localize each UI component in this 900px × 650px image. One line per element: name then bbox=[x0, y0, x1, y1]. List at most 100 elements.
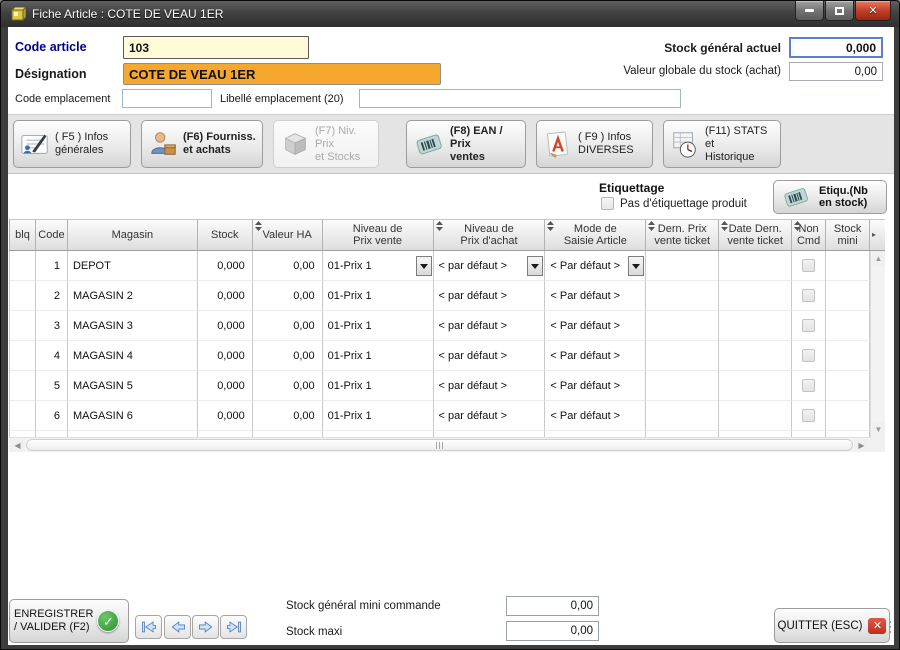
scrollbar-corner bbox=[870, 437, 885, 452]
minimize-button[interactable] bbox=[795, 1, 824, 21]
cell-stock: 0,000 bbox=[198, 341, 253, 371]
scroll-left-button[interactable]: ◀ bbox=[10, 439, 25, 452]
cell-stock: 0,000 bbox=[198, 281, 253, 311]
cell-niveau-prix-achat[interactable]: < par défaut > bbox=[434, 371, 546, 401]
valeur-globale-input[interactable]: 0,00 bbox=[789, 62, 883, 81]
column-header-valeur-ha[interactable]: Valeur HA bbox=[253, 220, 323, 250]
cell-code: 1 bbox=[36, 251, 68, 281]
supplier-box-icon bbox=[148, 129, 178, 159]
scroll-down-button[interactable]: ▼ bbox=[872, 422, 885, 437]
stock-maxi-input[interactable]: 0,00 bbox=[506, 621, 599, 641]
arrow-down-icon: ▼ bbox=[875, 425, 883, 434]
table-row[interactable]: 6 MAGASIN 6 0,000 0,00 01-Prix 1 < par d… bbox=[10, 401, 870, 431]
non-cmd-checkbox[interactable] bbox=[802, 259, 815, 272]
etiquette-nb-stock-button[interactable]: Etiqu.(Nb en stock) bbox=[773, 180, 887, 214]
table-row[interactable]: 5 MAGASIN 5 0,000 0,00 01-Prix 1 < par d… bbox=[10, 371, 870, 401]
cell-date-dern bbox=[719, 401, 792, 431]
sort-icon bbox=[721, 221, 728, 231]
cell-niveau-prix-achat[interactable]: < par défaut > bbox=[434, 311, 546, 341]
non-cmd-checkbox[interactable] bbox=[802, 379, 815, 392]
cell-niveau-prix-vente[interactable]: 01-Prix 1 bbox=[323, 311, 434, 341]
cell-mode-saisie[interactable]: < Par défaut > bbox=[545, 311, 646, 341]
cell-dern-prix bbox=[646, 371, 719, 401]
pas-etiquettage-label: Pas d'étiquettage produit bbox=[620, 198, 747, 210]
non-cmd-checkbox[interactable] bbox=[802, 349, 815, 362]
cell-dern-prix bbox=[646, 341, 719, 371]
enregistrer-valider-button[interactable]: ENREGISTRER / VALIDER (F2) ✓ bbox=[9, 599, 129, 643]
non-cmd-checkbox[interactable] bbox=[802, 289, 815, 302]
pas-etiquettage-checkbox[interactable] bbox=[601, 197, 614, 210]
ean-prix-ventes-button[interactable]: (F8) EAN / Prix ventes bbox=[406, 120, 526, 168]
scroll-up-button[interactable]: ▲ bbox=[872, 251, 885, 266]
cell-niveau-prix-vente[interactable]: 01-Prix 1 bbox=[323, 281, 434, 311]
last-record-button[interactable] bbox=[220, 615, 247, 639]
cell-code: 5 bbox=[36, 371, 68, 401]
dropdown-button[interactable] bbox=[416, 256, 432, 276]
non-cmd-checkbox[interactable] bbox=[802, 319, 815, 332]
non-cmd-checkbox[interactable] bbox=[802, 409, 815, 422]
cell-mode-saisie[interactable]: < Par défaut > bbox=[545, 251, 646, 281]
infos-diverses-button[interactable]: ( F9 ) Infos DIVERSES bbox=[536, 120, 653, 168]
table-row[interactable]: 4 MAGASIN 4 0,000 0,00 01-Prix 1 < par d… bbox=[10, 341, 870, 371]
cell-niveau-prix-achat[interactable]: < par défaut > bbox=[434, 251, 546, 281]
sort-icon bbox=[436, 221, 443, 231]
table-row[interactable]: 3 MAGASIN 3 0,000 0,00 01-Prix 1 < par d… bbox=[10, 311, 870, 341]
cell-non-cmd bbox=[792, 401, 826, 431]
column-header-dern-prix[interactable]: Dern. Prix vente ticket bbox=[646, 220, 719, 250]
scroll-right-button[interactable]: ▶ bbox=[854, 439, 869, 452]
dropdown-button[interactable] bbox=[628, 256, 644, 276]
maximize-button[interactable] bbox=[825, 1, 854, 21]
stats-historique-label: (F11) STATS et Historique bbox=[705, 125, 774, 164]
cell-niveau-prix-achat[interactable]: < par défaut > bbox=[434, 341, 546, 371]
cell-niveau-prix-vente[interactable]: 01-Prix 1 bbox=[323, 401, 434, 431]
column-header-magasin: Magasin bbox=[68, 220, 198, 250]
stock-general-label: Stock général actuel bbox=[561, 41, 781, 55]
stock-general-input[interactable]: 0,000 bbox=[789, 37, 883, 58]
notepad-pen-icon bbox=[20, 129, 50, 159]
title-bar[interactable]: Fiche Article : COTE DE VEAU 1ER ✕ bbox=[1, 1, 899, 27]
cell-niveau-prix-achat[interactable]: < par défaut > bbox=[434, 401, 546, 431]
horizontal-scrollbar[interactable]: ◀ ▶ bbox=[9, 437, 870, 452]
stock-mini-commande-input[interactable]: 0,00 bbox=[506, 596, 599, 616]
fiche-article-window: Fiche Article : COTE DE VEAU 1ER ✕ Code … bbox=[0, 0, 900, 650]
cell-magasin: MAGASIN 4 bbox=[68, 341, 198, 371]
cell-non-cmd bbox=[792, 281, 826, 311]
column-header-non-cmd[interactable]: Non Cmd bbox=[792, 220, 826, 250]
cell-mode-saisie[interactable]: < Par défaut > bbox=[545, 371, 646, 401]
column-header-niveau-prix-achat[interactable]: Niveau de Prix d'achat bbox=[434, 220, 546, 250]
stats-clock-icon bbox=[670, 129, 700, 159]
cell-mode-saisie[interactable]: < Par défaut > bbox=[545, 281, 646, 311]
code-article-input[interactable]: 103 bbox=[123, 36, 309, 59]
chevron-down-icon bbox=[420, 264, 428, 273]
designation-label: Désignation bbox=[15, 67, 87, 81]
code-emplacement-input[interactable] bbox=[122, 89, 212, 108]
cell-niveau-prix-vente[interactable]: 01-Prix 1 bbox=[323, 371, 434, 401]
column-header-mode-saisie[interactable]: Mode de Saisie Article bbox=[545, 220, 646, 250]
cell-mode-saisie[interactable]: < Par défaut > bbox=[545, 341, 646, 371]
dropdown-button[interactable] bbox=[527, 256, 543, 276]
cell-niveau-prix-achat[interactable]: < par défaut > bbox=[434, 281, 546, 311]
fournisseurs-achats-button[interactable]: (F6) Fourniss. et achats bbox=[141, 120, 263, 168]
cell-niveau-prix-vente[interactable]: 01-Prix 1 bbox=[323, 251, 434, 281]
libelle-emplacement-input[interactable] bbox=[359, 89, 681, 108]
close-button[interactable]: ✕ bbox=[855, 1, 891, 21]
next-record-button[interactable] bbox=[192, 615, 219, 639]
cell-niveau-prix-vente[interactable]: 01-Prix 1 bbox=[323, 341, 434, 371]
designation-input[interactable]: COTE DE VEAU 1ER bbox=[123, 63, 441, 85]
cell-mode-saisie[interactable]: < Par défaut > bbox=[545, 401, 646, 431]
stats-historique-button[interactable]: (F11) STATS et Historique bbox=[663, 120, 781, 168]
table-row[interactable]: 1 DEPOT 0,000 0,00 01-Prix 1 < par défau… bbox=[10, 251, 870, 281]
scrollbar-thumb[interactable] bbox=[26, 439, 853, 451]
previous-record-button[interactable] bbox=[164, 615, 191, 639]
cell-dern-prix bbox=[646, 401, 719, 431]
table-header: blq Code Magasin Stock Valeur HA Niveau … bbox=[9, 219, 885, 251]
table-row[interactable]: 2 MAGASIN 2 0,000 0,00 01-Prix 1 < par d… bbox=[10, 281, 870, 311]
column-header-date-dern[interactable]: Date Dern. vente ticket bbox=[719, 220, 792, 250]
first-record-button[interactable] bbox=[135, 615, 162, 639]
infos-generales-button[interactable]: ( F5 ) Infos générales bbox=[13, 120, 131, 168]
vertical-scrollbar[interactable]: ▲ ▼ bbox=[870, 251, 885, 437]
stock-mini-commande-label: Stock général mini commande bbox=[286, 600, 441, 612]
quitter-button[interactable]: QUITTER (ESC) ✕ bbox=[774, 608, 890, 643]
resize-grip[interactable] bbox=[889, 621, 891, 633]
cell-stock-mini bbox=[826, 371, 870, 401]
